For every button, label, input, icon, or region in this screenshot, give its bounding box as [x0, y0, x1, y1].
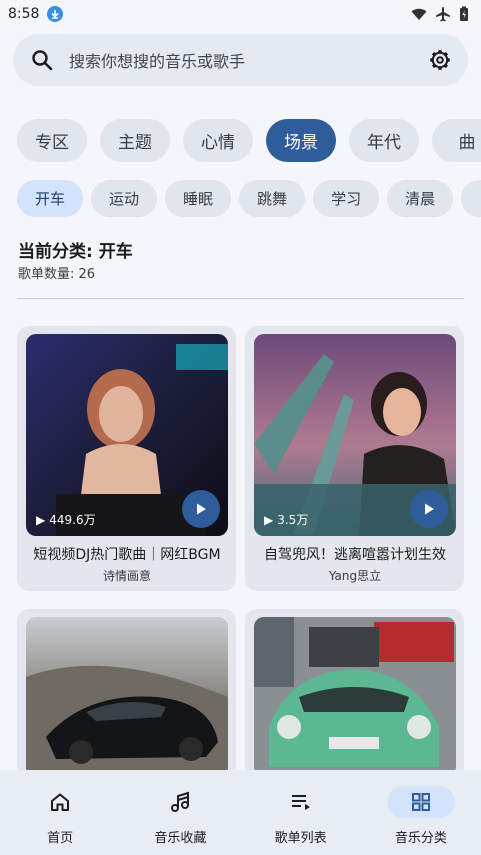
play-count: ▶ 3.5万 [264, 512, 309, 528]
category-chip[interactable]: 主题 [100, 119, 170, 162]
category-tabs: 专区 主题 心情 场景 年代 曲 [17, 119, 481, 162]
playlist-cover [254, 617, 456, 777]
current-category-label: 当前分类: 开车 [18, 242, 133, 262]
airplane-icon [436, 7, 450, 22]
subcategory-tabs: 开车 运动 睡眠 跳舞 学习 清晨 [17, 180, 481, 217]
playlist-title: 自驾兜风！逃离喧嚣计划生效 [264, 547, 446, 563]
category-chip[interactable]: 年代 [349, 119, 419, 162]
playlist-cover: ▶ 449.6万 [26, 334, 228, 536]
subcategory-chip[interactable]: 学习 [313, 180, 380, 217]
playlist-author: 诗情画意 [102, 569, 151, 583]
nav-label: 首页 [47, 831, 74, 846]
subcategory-chip-selected[interactable]: 开车 [17, 180, 84, 217]
subcategory-chip[interactable]: 清晨 [387, 180, 454, 217]
nav-home[interactable]: 首页 [0, 770, 120, 855]
category-chip[interactable]: 曲 [432, 119, 481, 162]
settings-icon[interactable] [428, 48, 452, 72]
play-button[interactable] [410, 490, 448, 528]
subcategory-chip[interactable]: 跳舞 [239, 180, 306, 217]
search-input[interactable]: 搜索你想搜的音乐或歌手 [69, 48, 428, 72]
category-chip[interactable]: 心情 [183, 119, 253, 162]
nav-label: 音乐分类 [394, 831, 447, 846]
bottom-navigation: 首页 音乐收藏 歌单列表 音乐分类 [0, 770, 481, 855]
music-note-icon [171, 791, 190, 812]
wifi-icon [411, 8, 427, 20]
download-icon [47, 6, 64, 22]
subcategory-chip[interactable]: 睡眠 [165, 180, 232, 217]
playlist-card[interactable] [245, 609, 464, 779]
nav-label: 歌单列表 [274, 831, 327, 846]
status-bar: 8:58 [0, 0, 481, 28]
play-icon [197, 503, 206, 515]
playlist-card[interactable]: ▶ 3.5万 自驾兜风！逃离喧嚣计划生效 Yang思立 [245, 326, 464, 591]
category-chip-selected[interactable]: 场景 [266, 119, 336, 162]
play-count-icon: ▶ [36, 512, 46, 527]
search-icon [32, 50, 53, 71]
playlist-cover [26, 617, 228, 777]
playlist-count: 歌单数量: 26 [18, 267, 96, 282]
nav-label: 音乐收藏 [154, 831, 207, 846]
play-button[interactable] [182, 490, 220, 528]
playlist-cover: ▶ 3.5万 [254, 334, 456, 536]
playlist-card[interactable]: ▶ 449.6万 短视频DJ热门歌曲｜网红BGM 诗情画意 [17, 326, 236, 591]
playlist-card[interactable] [17, 609, 236, 779]
nav-playlists[interactable]: 歌单列表 [241, 770, 361, 855]
grid-icon [411, 793, 430, 811]
playlist-author: Yang思立 [328, 569, 382, 583]
play-count-icon: ▶ [264, 512, 274, 527]
category-chip[interactable]: 专区 [17, 119, 87, 162]
nav-music-favorites[interactable]: 音乐收藏 [120, 770, 240, 855]
divider [17, 298, 464, 299]
play-count: ▶ 449.6万 [36, 512, 96, 528]
status-time: 8:58 [8, 6, 40, 22]
nav-music-categories[interactable]: 音乐分类 [361, 770, 481, 855]
subcategory-chip[interactable] [461, 180, 481, 217]
play-icon [425, 503, 434, 515]
subcategory-chip[interactable]: 运动 [91, 180, 158, 217]
search-bar[interactable]: 搜索你想搜的音乐或歌手 [13, 34, 468, 86]
playlist-title: 短视频DJ热门歌曲｜网红BGM [33, 547, 221, 563]
battery-icon [460, 6, 468, 21]
playlist-icon [291, 795, 310, 810]
home-icon [51, 793, 70, 811]
